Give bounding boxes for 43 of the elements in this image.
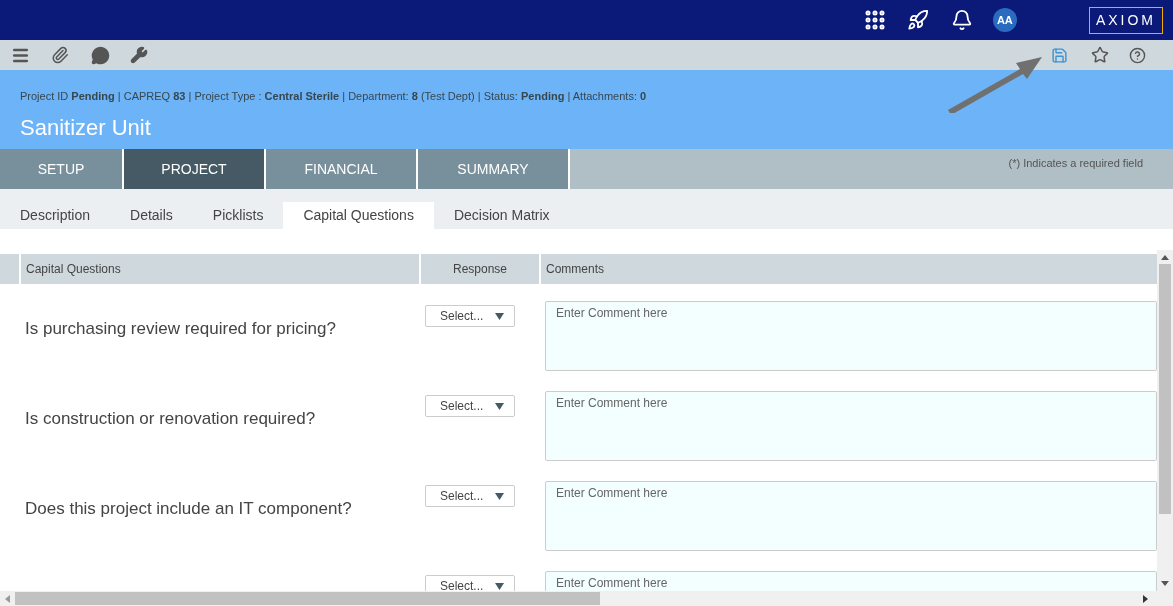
chat-icon[interactable] [91,45,110,65]
question-text: Is construction or renovation required? [25,409,316,428]
logo: AXIOM [1088,6,1163,34]
horizontal-scrollbar[interactable] [0,591,1173,606]
table-header-cell [0,254,19,284]
project-info: Project ID Pending | CAPREQ 83 | Project Type : Central Sterile | Department: 8 (Test Dept) | Status: Pending | Attachments: 0 [20,89,648,104]
sub-tab[interactable]: Details [110,202,193,229]
table-header-cell: Capital Questions [21,254,419,284]
rocket-icon[interactable] [906,9,929,31]
comment-field[interactable]: Enter Comment here [545,391,1157,461]
comment-field[interactable]: Enter Comment here [545,571,1157,591]
caret-icon [495,402,504,410]
scrollbar-thumb[interactable] [1159,264,1171,514]
response-dropdown[interactable]: Select... [425,305,515,327]
project-title: Sanitizer Unit [20,113,152,142]
help-icon[interactable] [1129,46,1146,64]
wrench-icon[interactable] [130,46,148,64]
bell-icon[interactable] [950,9,973,31]
caret-icon [495,492,504,500]
sub-tab[interactable]: Picklists [192,202,284,229]
required-field-note: (*) Indicates a required field [1008,156,1143,169]
response-dropdown[interactable]: Select... [425,575,515,591]
main-tab[interactable]: PROJECT [124,149,266,189]
response-dropdown[interactable]: Select... [425,485,515,507]
table-header-cell: Comments [541,254,1157,284]
response-dropdown[interactable]: Select... [425,395,515,417]
scroll-right-icon[interactable] [1143,594,1148,603]
caret-icon [495,312,504,320]
table-header-cell: Response [421,254,539,284]
sub-tab[interactable]: Description [0,202,111,229]
star-icon[interactable] [1091,46,1109,64]
comment-field[interactable]: Enter Comment here [545,301,1157,371]
question-text: Is purchasing review required for pricing? [25,319,336,338]
scrollbar-thumb[interactable] [15,592,600,605]
paperclip-icon[interactable] [51,46,69,64]
question-text: Does this project include an IT component? [25,499,352,518]
user-avatar[interactable]: AA [992,8,1017,32]
sub-tab[interactable]: Decision Matrix [433,202,570,229]
comment-field[interactable]: Enter Comment here [545,481,1157,551]
sub-tab[interactable]: Capital Questions [283,202,434,229]
vertical-scrollbar[interactable] [1157,250,1173,591]
scroll-up-icon[interactable] [1161,255,1169,260]
scroll-down-icon[interactable] [1161,581,1169,586]
